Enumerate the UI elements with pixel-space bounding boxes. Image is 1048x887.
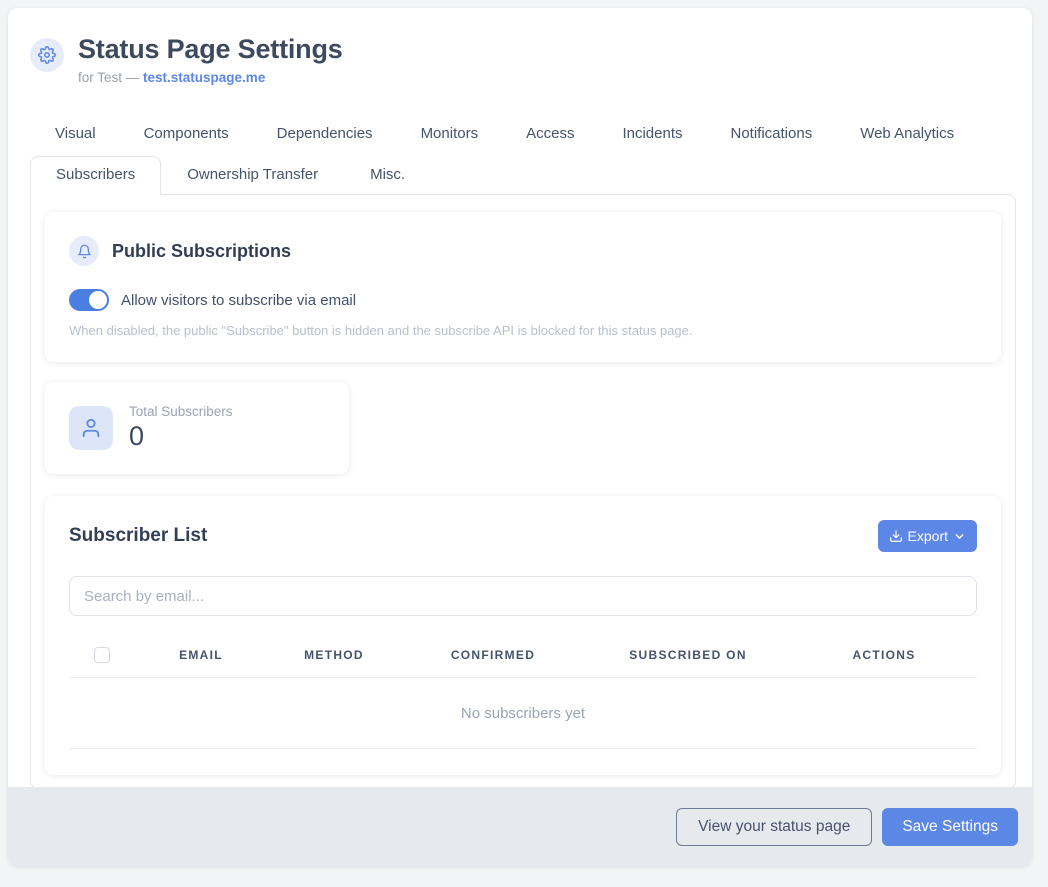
settings-window: Status Page Settings for Test — test.sta… xyxy=(8,8,1032,866)
toggle-label: Allow visitors to subscribe via email xyxy=(121,292,356,309)
tab-subscribers[interactable]: Subscribers xyxy=(30,156,161,195)
subscribers-panel: Public Subscriptions Allow visitors to s… xyxy=(30,194,1016,789)
stat-label: Total Subscribers xyxy=(129,404,233,419)
subscriber-list-title: Subscriber List xyxy=(69,525,207,547)
search-input[interactable] xyxy=(69,576,977,616)
export-label: Export xyxy=(908,528,948,544)
save-settings-button[interactable]: Save Settings xyxy=(882,808,1018,846)
select-all-cell xyxy=(69,647,135,663)
tab-visual[interactable]: Visual xyxy=(55,125,96,156)
tab-components[interactable]: Components xyxy=(144,125,229,156)
subscriber-list-header: Subscriber List Export xyxy=(69,520,977,552)
toggle-helper-text: When disabled, the public "Subscribe" bu… xyxy=(69,323,977,338)
download-icon xyxy=(889,529,903,543)
column-confirmed: CONFIRMED xyxy=(401,648,585,662)
table-header-row: EMAIL METHOD CONFIRMED SUBSCRIBED ON ACT… xyxy=(69,632,977,678)
public-subscriptions-header: Public Subscriptions xyxy=(69,236,977,266)
page-subtitle: for Test — test.statuspage.me xyxy=(78,70,343,85)
view-status-page-button[interactable]: View your status page xyxy=(676,808,872,846)
tab-incidents[interactable]: Incidents xyxy=(622,125,682,156)
status-page-link[interactable]: test.statuspage.me xyxy=(143,70,265,85)
tab-dependencies[interactable]: Dependencies xyxy=(277,125,373,156)
tab-access[interactable]: Access xyxy=(526,125,574,156)
column-email: EMAIL xyxy=(135,648,267,662)
select-all-checkbox[interactable] xyxy=(94,647,110,663)
public-subscriptions-card: Public Subscriptions Allow visitors to s… xyxy=(45,212,1001,362)
page-title: Status Page Settings xyxy=(78,34,343,65)
subtitle-prefix: for Test — xyxy=(78,70,143,85)
stat-value: 0 xyxy=(129,421,233,452)
tab-misc[interactable]: Misc. xyxy=(344,156,431,194)
public-subscriptions-title: Public Subscriptions xyxy=(112,241,291,262)
empty-state: No subscribers yet xyxy=(69,678,977,749)
export-button[interactable]: Export xyxy=(878,520,977,552)
tab-bar-secondary: Subscribers Ownership Transfer Misc. xyxy=(30,156,1016,194)
tab-web-analytics[interactable]: Web Analytics xyxy=(860,125,954,156)
tab-monitors[interactable]: Monitors xyxy=(421,125,479,156)
subscribe-toggle-row: Allow visitors to subscribe via email xyxy=(69,289,977,311)
user-icon xyxy=(69,406,113,450)
stat-text: Total Subscribers 0 xyxy=(129,404,233,452)
chevron-down-icon xyxy=(953,530,966,543)
header-text: Status Page Settings for Test — test.sta… xyxy=(78,34,343,85)
tab-bar-primary: Visual Components Dependencies Monitors … xyxy=(55,125,1032,156)
column-method: METHOD xyxy=(267,648,401,662)
allow-subscribe-toggle[interactable] xyxy=(69,289,109,311)
footer-bar: View your status page Save Settings xyxy=(8,787,1032,866)
toggle-knob xyxy=(89,291,107,309)
total-subscribers-card: Total Subscribers 0 xyxy=(45,382,349,474)
column-subscribed-on: SUBSCRIBED ON xyxy=(585,648,791,662)
gear-icon xyxy=(30,38,64,72)
bell-icon xyxy=(69,236,99,266)
tab-notifications[interactable]: Notifications xyxy=(731,125,813,156)
subscriber-list-card: Subscriber List Export xyxy=(45,496,1001,775)
page-header: Status Page Settings for Test — test.sta… xyxy=(8,8,1032,85)
column-actions: ACTIONS xyxy=(791,648,977,662)
tab-ownership-transfer[interactable]: Ownership Transfer xyxy=(161,156,344,194)
